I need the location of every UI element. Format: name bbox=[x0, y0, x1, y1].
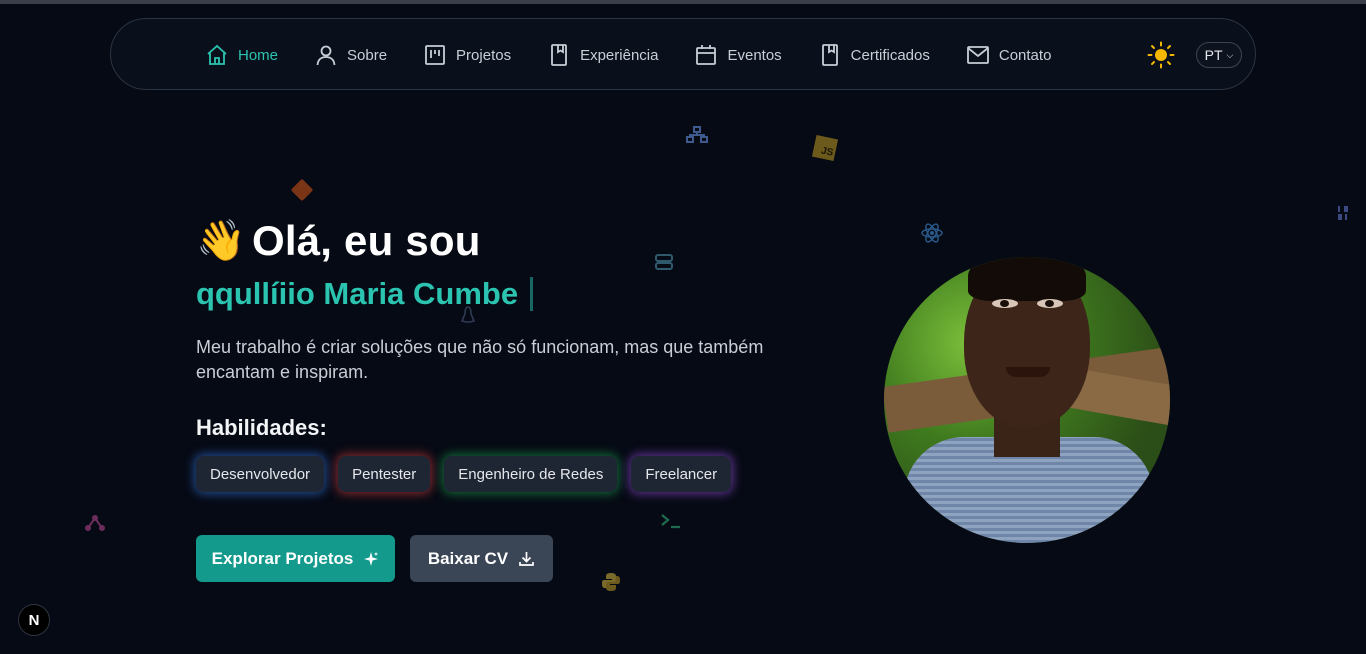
theme-toggle-button[interactable] bbox=[1147, 41, 1175, 69]
typed-name: qqullíiio Maria Cumbe bbox=[196, 276, 534, 312]
explore-projects-button[interactable]: Explorar Projetos bbox=[196, 535, 395, 582]
greeting-text: Olá, eu sou bbox=[252, 217, 481, 264]
download-icon bbox=[519, 552, 535, 566]
typing-cursor bbox=[530, 277, 534, 311]
calendar-icon bbox=[696, 45, 717, 65]
binary-icon bbox=[1338, 206, 1348, 220]
nav-label-contato: Contato bbox=[998, 46, 1052, 64]
photo-hair bbox=[968, 257, 1086, 301]
terminal-icon bbox=[661, 514, 680, 529]
nav-label-experiencia: Experiência bbox=[580, 46, 659, 64]
hero-greeting: 👋 Olá, eu sou bbox=[196, 217, 481, 265]
nav-item-certificados[interactable]: Certificados bbox=[818, 43, 930, 67]
skill-chip-pentester: Pentester bbox=[338, 456, 431, 492]
nav-item-eventos[interactable]: Eventos bbox=[694, 43, 782, 67]
nav-label-projetos: Projetos bbox=[456, 46, 512, 64]
user-icon bbox=[316, 45, 336, 66]
skills-list: Desenvolvedor Pentester Engenheiro de Re… bbox=[196, 456, 745, 492]
share-icon bbox=[85, 515, 105, 531]
nav-item-contato[interactable]: Contato bbox=[966, 43, 1052, 67]
kanban-icon bbox=[425, 45, 445, 65]
language-value: PT bbox=[1204, 47, 1223, 63]
photo-mouth bbox=[1006, 367, 1050, 377]
language-select[interactable]: PT ⌵ bbox=[1196, 42, 1242, 68]
main-navigation: Home Sobre Projetos Experiência Eventos … bbox=[110, 18, 1256, 90]
photo-eye bbox=[1037, 299, 1063, 308]
nav-label-sobre: Sobre bbox=[347, 46, 388, 64]
skill-chip-freelancer: Freelancer bbox=[631, 456, 732, 492]
explore-projects-label: Explorar Projetos bbox=[211, 548, 354, 568]
bookmark-icon bbox=[821, 44, 838, 66]
nav-items: Home Sobre Projetos Experiência Eventos … bbox=[205, 19, 1087, 91]
hero-tagline: Meu trabalho é criar soluções que não só… bbox=[196, 337, 764, 382]
nav-item-sobre[interactable]: Sobre bbox=[314, 43, 387, 67]
waving-hand-icon: 👋 bbox=[196, 219, 246, 263]
nav-label-eventos: Eventos bbox=[727, 46, 782, 64]
git-icon bbox=[290, 178, 314, 202]
nav-item-projetos[interactable]: Projetos bbox=[423, 43, 511, 67]
skill-chip-desenvolvedor: Desenvolvedor bbox=[196, 456, 325, 492]
mail-icon bbox=[966, 46, 989, 64]
database-icon bbox=[655, 254, 673, 270]
nav-item-experiencia[interactable]: Experiência bbox=[547, 43, 658, 67]
javascript-icon: JS bbox=[811, 134, 839, 162]
nextjs-dev-badge[interactable]: N bbox=[18, 604, 50, 636]
skill-chip-engenheiro-de-redes: Engenheiro de Redes bbox=[444, 456, 618, 492]
skills-title: Habilidades: bbox=[196, 415, 327, 440]
top-border bbox=[0, 0, 1366, 4]
sun-icon bbox=[1147, 41, 1175, 69]
nav-label-home: Home bbox=[238, 46, 279, 64]
download-cv-label: Baixar CV bbox=[427, 548, 509, 568]
photo-eye bbox=[992, 299, 1018, 308]
react-icon bbox=[921, 223, 943, 243]
chevron-down-icon: ⌵ bbox=[1226, 49, 1234, 60]
typed-name-text: qqullíiio Maria Cumbe bbox=[196, 276, 519, 311]
download-cv-button[interactable]: Baixar CV bbox=[410, 535, 553, 582]
bookmark-icon bbox=[551, 44, 567, 66]
network-icon bbox=[686, 126, 708, 143]
sparkles-icon bbox=[364, 551, 379, 566]
python-icon bbox=[602, 573, 620, 591]
home-icon bbox=[207, 44, 227, 65]
profile-photo bbox=[884, 257, 1170, 543]
nav-item-home[interactable]: Home bbox=[205, 43, 278, 67]
nav-label-certificados: Certificados bbox=[850, 46, 930, 64]
